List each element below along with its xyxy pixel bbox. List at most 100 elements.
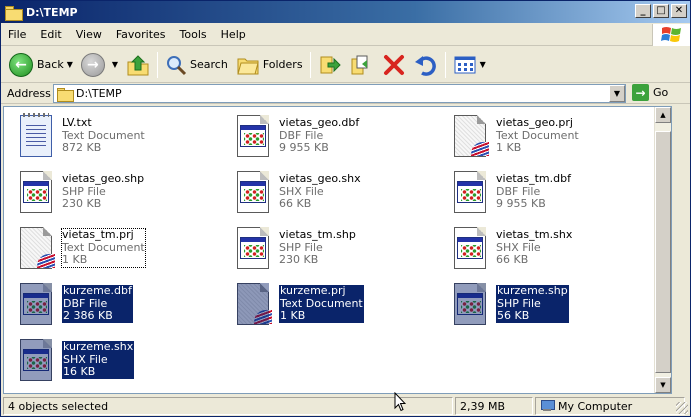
toolbar-separator [444, 51, 446, 78]
explorer-window: D:\TEMP _ □ ✕ File Edit View Favorites T… [0, 0, 691, 417]
file-item[interactable]: vietas_tm.dbf DBF File 9 955 KB [450, 169, 660, 221]
back-label: Back [37, 58, 64, 71]
prj-icon [450, 113, 490, 161]
folders-button[interactable]: Folders [232, 50, 307, 80]
scroll-up-button[interactable]: ▲ [655, 107, 671, 123]
folders-icon [237, 58, 259, 74]
file-list[interactable]: kurzeme.shx SHX File 16 KB kurzeme.shp SHP F… [3, 106, 672, 394]
views-icon [454, 56, 476, 73]
minimize-button[interactable]: _ [635, 4, 651, 18]
file-size: 1 KB [280, 309, 306, 322]
file-item[interactable]: vietas_geo.dbf DBF File 9 955 KB [233, 113, 443, 165]
file-info: vietas_geo.dbf DBF File 9 955 KB [279, 116, 359, 155]
title-bar[interactable]: D:\TEMP _ □ ✕ [1, 1, 690, 23]
file-info: kurzeme.shp SHP File 56 KB [496, 284, 569, 323]
prj-icon [16, 225, 56, 273]
file-item[interactable]: vietas_tm.prj Text Document 1 KB [16, 225, 226, 277]
address-label: Address [7, 86, 51, 100]
file-name: kurzeme.shx [63, 340, 134, 353]
go-arrow-icon: → [632, 84, 649, 101]
file-item[interactable]: vietas_geo.shx SHX File 66 KB [233, 169, 443, 221]
file-size: 230 KB [279, 253, 319, 266]
forward-button[interactable]: → ▼ [77, 50, 122, 80]
folders-label: Folders [262, 58, 303, 71]
file-item[interactable]: kurzeme.prj Text Document 1 KB [233, 281, 443, 333]
file-item[interactable]: vietas_tm.shx SHX File 66 KB [450, 225, 660, 277]
file-name: vietas_tm.dbf [496, 172, 571, 185]
delete-button[interactable] [378, 50, 410, 80]
windows-logo-icon [652, 24, 690, 46]
application-icon [450, 169, 490, 217]
undo-button[interactable] [410, 50, 442, 80]
menu-file[interactable]: File [1, 28, 33, 41]
chevron-down-icon[interactable]: ▼ [112, 60, 118, 69]
notepad-icon [16, 113, 56, 161]
address-input[interactable]: D:\TEMP ▼ [53, 84, 626, 103]
file-size: 2 386 KB [63, 309, 113, 322]
scroll-down-button[interactable]: ▼ [655, 377, 671, 393]
status-zone-cell: My Computer [535, 397, 685, 415]
search-label: Search [190, 58, 228, 71]
file-item[interactable]: vietas_tm.shp SHP File 230 KB [233, 225, 443, 277]
file-size: 66 KB [496, 253, 529, 266]
file-item[interactable]: vietas_geo.shp SHP File 230 KB [16, 169, 226, 221]
application-icon [233, 113, 273, 161]
move-to-button[interactable] [314, 50, 346, 80]
file-info: vietas_geo.shx SHX File 66 KB [279, 172, 361, 211]
up-folder-icon [127, 54, 149, 75]
file-item[interactable]: LV.txt Text Document 872 KB [16, 113, 226, 165]
menu-bar: File Edit View Favorites Tools Help [1, 24, 690, 46]
delete-x-icon [383, 54, 404, 75]
menu-favorites[interactable]: Favorites [109, 28, 173, 41]
up-folder-button[interactable] [122, 50, 154, 80]
toolbar-separator [157, 51, 159, 78]
back-button[interactable]: ← Back ▼ [5, 50, 77, 80]
search-icon [167, 55, 187, 75]
file-info: vietas_geo.prj Text Document 1 KB [496, 116, 579, 155]
status-size: 2,39 MB [460, 399, 506, 413]
resize-grip[interactable] [676, 402, 688, 414]
menu-help[interactable]: Help [214, 28, 253, 41]
file-size: 9 955 KB [496, 197, 546, 210]
file-info: kurzeme.shx SHX File 16 KB [62, 340, 135, 379]
vertical-scrollbar[interactable]: ▲ ▼ [654, 107, 671, 393]
status-size-cell: 2,39 MB [455, 397, 533, 415]
file-size: 1 KB [496, 141, 522, 154]
chevron-down-icon[interactable]: ▼ [480, 60, 486, 69]
application-icon [450, 281, 490, 329]
application-icon [450, 225, 490, 273]
application-icon [16, 281, 56, 329]
file-name: vietas_geo.shp [62, 172, 145, 185]
back-arrow-icon: ← [9, 52, 33, 77]
search-button[interactable]: Search [161, 50, 232, 80]
file-name: vietas_geo.shx [279, 172, 361, 185]
scroll-thumb[interactable] [655, 131, 671, 373]
file-info: vietas_geo.shp SHP File 230 KB [62, 172, 145, 211]
views-button[interactable]: ▼ [449, 50, 490, 80]
status-objects: 4 objects selected [8, 399, 109, 413]
address-dropdown-button[interactable]: ▼ [609, 85, 625, 102]
application-icon [16, 337, 56, 385]
folder-icon [57, 87, 74, 102]
menu-edit[interactable]: Edit [33, 28, 68, 41]
prj-icon [233, 281, 273, 329]
window-controls: _ □ ✕ [635, 4, 687, 18]
file-item[interactable]: kurzeme.shx SHX File 16 KB [16, 337, 226, 389]
my-computer-icon [540, 400, 555, 412]
chevron-down-icon[interactable]: ▼ [67, 60, 73, 69]
close-button[interactable]: ✕ [671, 4, 687, 18]
status-zone: My Computer [558, 399, 633, 413]
menu-view[interactable]: View [69, 28, 109, 41]
file-item[interactable]: kurzeme.dbf DBF File 2 386 KB [16, 281, 226, 333]
maximize-button[interactable]: □ [653, 4, 669, 18]
go-button[interactable]: → Go [632, 84, 668, 101]
file-item[interactable]: kurzeme.shp SHP File 56 KB [450, 281, 660, 333]
copy-to-icon [351, 55, 368, 74]
file-size: 1 KB [62, 253, 88, 266]
file-size: 66 KB [279, 197, 312, 210]
folder-icon [5, 5, 23, 21]
file-item[interactable]: vietas_geo.prj Text Document 1 KB [450, 113, 660, 165]
copy-to-button[interactable] [346, 50, 378, 80]
file-size: 9 955 KB [279, 141, 329, 154]
menu-tools[interactable]: Tools [173, 28, 214, 41]
